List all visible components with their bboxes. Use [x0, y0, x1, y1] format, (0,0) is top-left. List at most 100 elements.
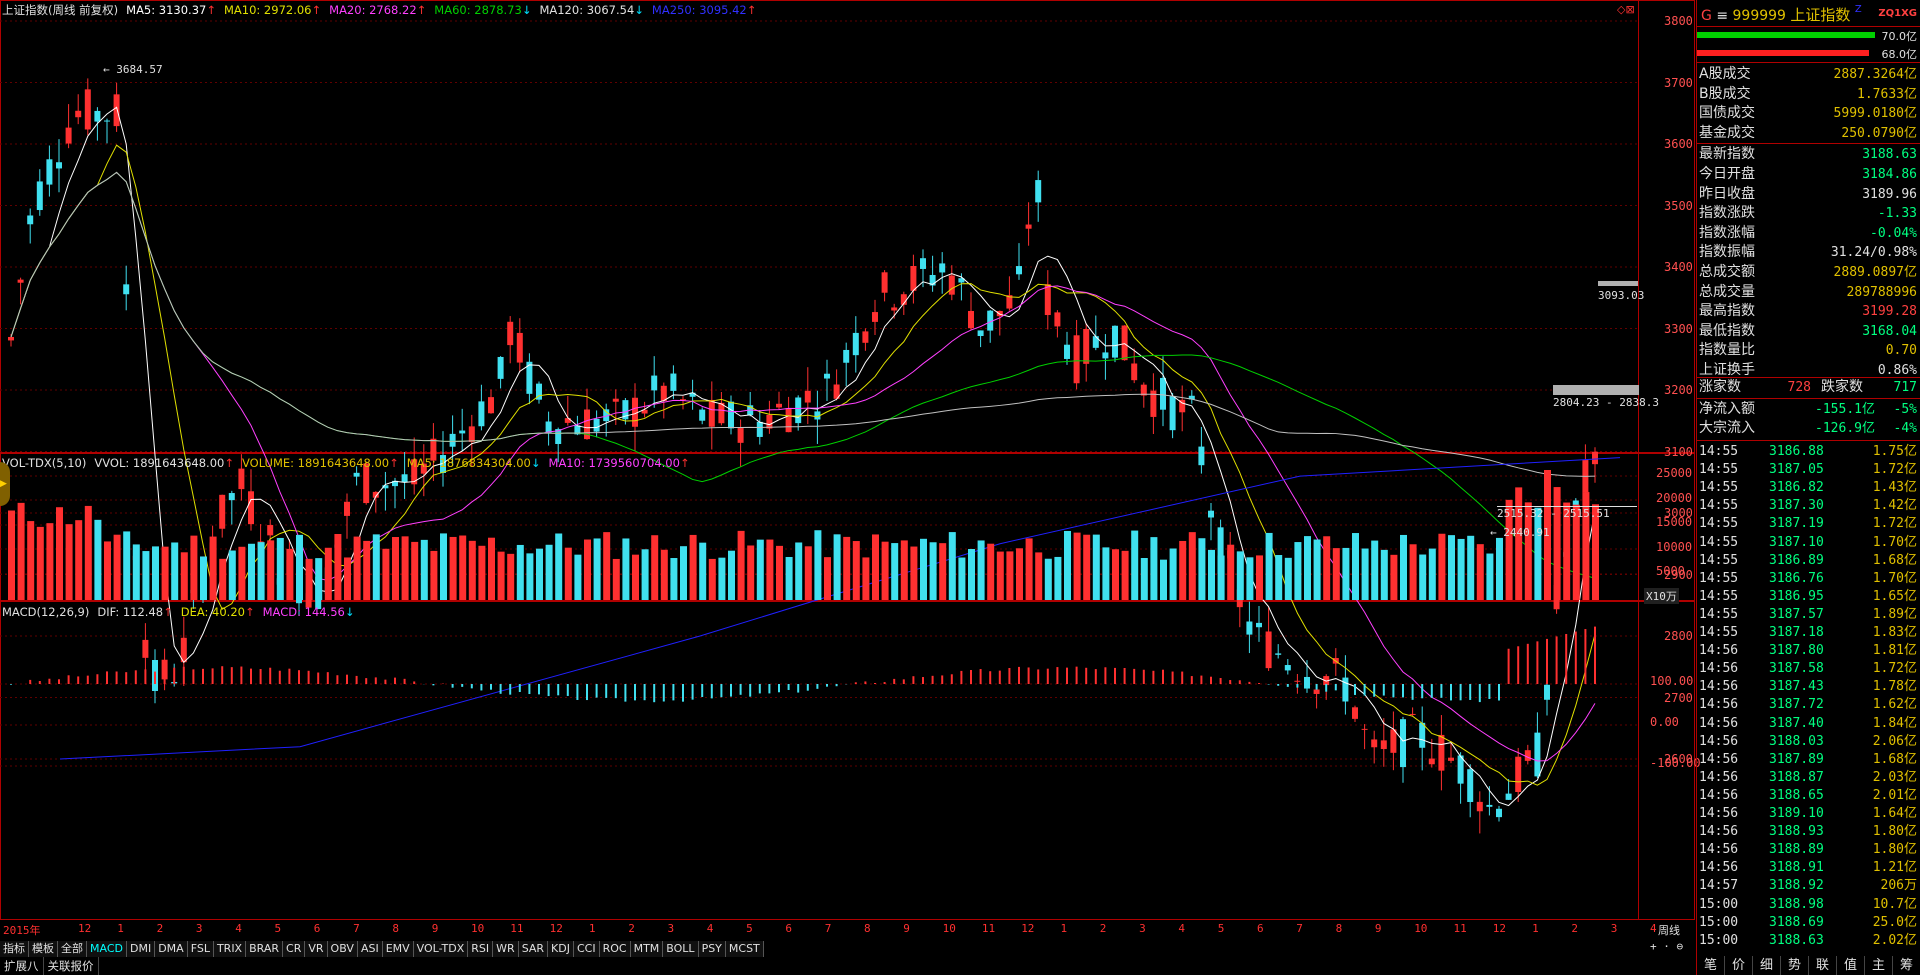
volume-bar[interactable]	[680, 546, 687, 600]
candle-body[interactable]	[1246, 621, 1253, 635]
volume-bar[interactable]	[1438, 533, 1446, 600]
candle-body[interactable]	[1524, 750, 1531, 761]
bottom-tab[interactable]: 关联报价	[44, 957, 99, 975]
volume-bar[interactable]	[1313, 539, 1321, 600]
candle-body[interactable]	[651, 375, 658, 391]
volume-bar[interactable]	[248, 543, 255, 600]
volume-bar[interactable]	[17, 502, 25, 600]
volume-bar[interactable]	[708, 558, 716, 600]
volume-bar[interactable]	[728, 550, 735, 600]
volume-bar[interactable]	[603, 532, 611, 600]
volume-bar[interactable]	[113, 534, 121, 600]
candle-body[interactable]	[1121, 325, 1128, 361]
candle-body[interactable]	[1064, 344, 1070, 359]
volume-bar[interactable]	[776, 545, 783, 600]
volume-bar[interactable]	[1064, 530, 1071, 600]
candle-body[interactable]	[1265, 631, 1272, 669]
candle-body[interactable]	[776, 403, 782, 408]
indicator-tab-obv[interactable]: OBV	[327, 941, 358, 957]
candle-body[interactable]	[862, 331, 869, 343]
indicator-tab-boll[interactable]: BOLL	[663, 941, 699, 957]
volume-bar[interactable]	[785, 556, 793, 600]
indicator-tab-vol-tdx[interactable]: VOL-TDX	[413, 941, 469, 957]
volume-bar[interactable]	[219, 558, 227, 600]
candle-body[interactable]	[1208, 510, 1214, 518]
volume-bar[interactable]	[987, 543, 995, 600]
candle-body[interactable]	[593, 418, 600, 432]
candle-body[interactable]	[468, 426, 475, 442]
candle-body[interactable]	[1102, 352, 1109, 359]
volume-bar[interactable]	[900, 540, 908, 600]
candle-body[interactable]	[824, 373, 830, 379]
volume-bar[interactable]	[1112, 549, 1119, 600]
volume-bar[interactable]	[1121, 550, 1129, 600]
candle-body[interactable]	[1112, 325, 1118, 358]
volume-bar[interactable]	[1486, 553, 1494, 600]
volume-bar[interactable]	[27, 521, 35, 600]
candle-body[interactable]	[248, 491, 254, 525]
volume-bar[interactable]	[56, 507, 63, 600]
candle-body[interactable]	[1534, 732, 1541, 777]
candle-body[interactable]	[1352, 707, 1358, 719]
candle-body[interactable]	[564, 418, 571, 423]
volume-bar[interactable]	[276, 537, 284, 600]
kline-chart-area[interactable]: 上证指数(周线 前复权) MA5: 3130.37 ↑ MA10: 2972.06…	[0, 0, 1701, 953]
volume-bar[interactable]	[84, 505, 92, 600]
quote-panel-tab[interactable]: 筹	[1893, 956, 1920, 975]
volume-bar[interactable]	[228, 550, 236, 600]
quote-panel-tab[interactable]: 值	[1837, 956, 1865, 975]
volume-bar[interactable]	[324, 547, 332, 600]
candle-body[interactable]	[1390, 729, 1397, 753]
candle-body[interactable]	[872, 312, 878, 322]
volume-bar[interactable]	[1515, 487, 1523, 600]
candle-body[interactable]	[708, 399, 715, 427]
volume-bar[interactable]	[833, 534, 841, 600]
volume-bar[interactable]	[1342, 547, 1350, 600]
volume-bar[interactable]	[1371, 540, 1379, 600]
volume-bar[interactable]	[1236, 551, 1244, 600]
volume-bar[interactable]	[1332, 548, 1340, 600]
candle-body[interactable]	[401, 474, 408, 483]
volume-bar[interactable]	[948, 532, 956, 600]
volume-bar[interactable]	[488, 537, 495, 600]
candle-body[interactable]	[1505, 793, 1512, 800]
candle-body[interactable]	[804, 390, 811, 403]
volume-bar[interactable]	[401, 536, 409, 600]
candle-body[interactable]	[977, 330, 984, 337]
candle-body[interactable]	[353, 472, 360, 477]
volume-bar[interactable]	[1179, 540, 1187, 600]
candle-body[interactable]	[46, 159, 53, 185]
volume-bar[interactable]	[36, 526, 44, 600]
candle-body[interactable]	[1428, 758, 1435, 765]
volume-bar[interactable]	[718, 557, 726, 600]
volume-bar[interactable]	[804, 546, 812, 600]
quote-panel-tab[interactable]: 细	[1753, 956, 1781, 975]
volume-bar[interactable]	[651, 535, 659, 600]
volume-bar[interactable]	[1006, 551, 1014, 600]
volume-bar[interactable]	[459, 535, 467, 600]
volume-bar[interactable]	[1428, 548, 1436, 600]
volume-bar[interactable]	[843, 536, 851, 600]
candle-body[interactable]	[852, 332, 859, 356]
volume-bar[interactable]	[1352, 533, 1359, 600]
candle-body[interactable]	[1515, 756, 1522, 793]
indicator-tab-wr[interactable]: WR	[493, 941, 519, 957]
candle-body[interactable]	[612, 398, 619, 402]
volume-bar[interactable]	[872, 534, 879, 600]
side-collapse-handle[interactable]: ▶	[0, 462, 10, 506]
volume-bar[interactable]	[584, 539, 591, 600]
volume-bar[interactable]	[142, 551, 150, 600]
volume-bar[interactable]	[526, 553, 534, 600]
indicator-tab-mtm[interactable]: MTM	[630, 941, 664, 957]
candle-body[interactable]	[65, 127, 72, 144]
indicator-tab-roc[interactable]: ROC	[599, 941, 631, 957]
volume-bar[interactable]	[699, 542, 707, 600]
volume-bar[interactable]	[968, 548, 975, 600]
candle-body[interactable]	[1073, 335, 1080, 384]
candle-body[interactable]	[1294, 680, 1301, 682]
volume-bar[interactable]	[1457, 538, 1465, 600]
volume-bar[interactable]	[1188, 532, 1196, 600]
volume-bar[interactable]	[545, 544, 553, 600]
volume-bar[interactable]	[296, 534, 303, 600]
candle-body[interactable]	[910, 266, 917, 291]
